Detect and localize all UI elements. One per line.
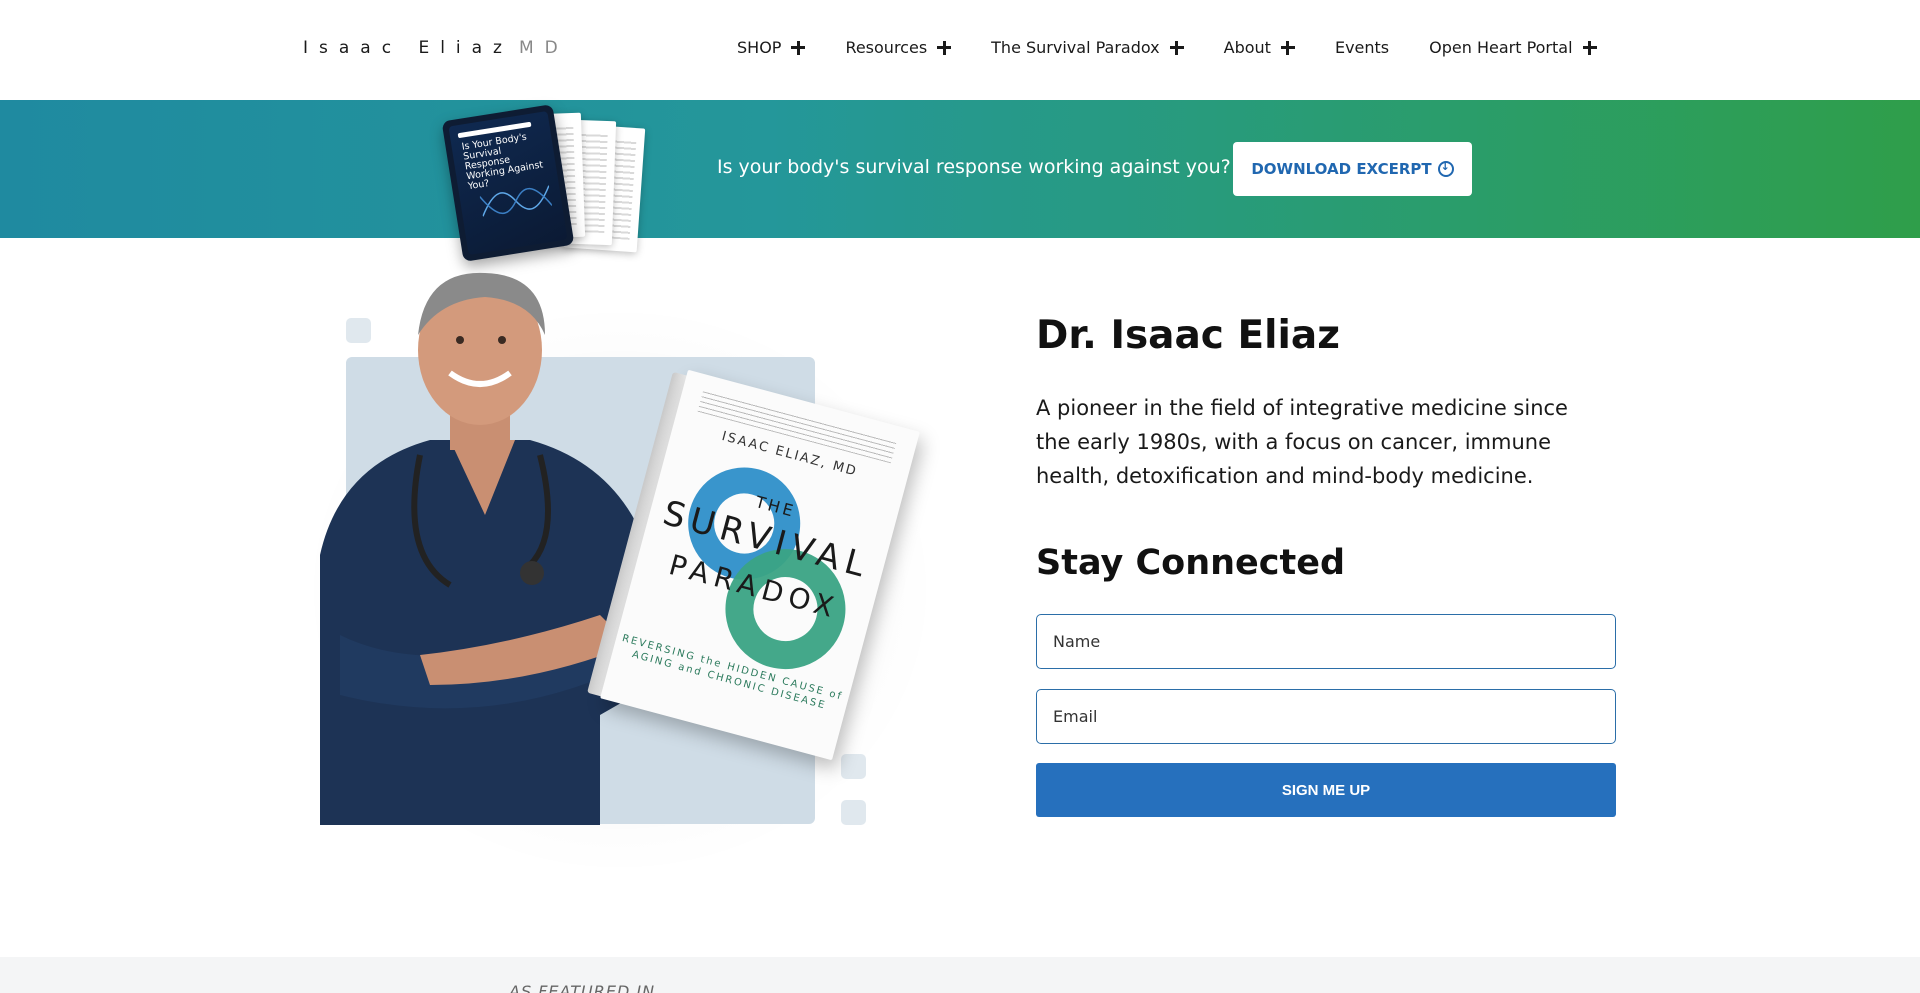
banner-text: Is your body's survival response working…	[717, 156, 1231, 178]
nav-item-label: SHOP	[737, 38, 782, 57]
plus-icon[interactable]	[937, 40, 952, 55]
excerpt-banner: Is your body's survival response working…	[0, 100, 1920, 238]
nav-item-survival-paradox[interactable]: The Survival Paradox	[991, 38, 1184, 57]
doctor-portrait-image	[320, 272, 670, 825]
nav-item-about[interactable]: About	[1224, 38, 1295, 57]
decor-square	[841, 800, 866, 825]
plus-icon[interactable]	[1169, 40, 1184, 55]
logo-suffix: MD	[518, 38, 569, 58]
nav-item-label: Events	[1334, 38, 1390, 57]
featured-in-label: AS FEATURED IN	[509, 982, 656, 993]
nav-item-events[interactable]: Events	[1335, 38, 1389, 57]
main-nav: SHOP Resources The Survival Paradox Abou…	[737, 38, 1597, 57]
doctor-bio: A pioneer in the field of integrative me…	[1036, 396, 1568, 488]
nav-item-open-heart-portal[interactable]: Open Heart Portal	[1429, 38, 1597, 57]
name-field[interactable]	[1036, 614, 1616, 669]
email-field[interactable]	[1036, 689, 1616, 744]
nav-item-resources[interactable]: Resources	[845, 38, 952, 57]
nav-item-shop[interactable]: SHOP	[737, 38, 806, 57]
logo-name: Isaac Eliaz	[303, 38, 513, 58]
stay-connected-heading: Stay Connected	[1036, 543, 1346, 583]
plus-icon[interactable]	[1582, 40, 1597, 55]
download-circle-icon	[1437, 160, 1454, 177]
featured-in-section: AS FEATURED IN	[0, 957, 1920, 993]
doctor-name-heading: Dr. Isaac Eliaz	[1036, 313, 1340, 358]
site-header: Isaac Eliaz MD SHOP Resources The Surviva…	[0, 0, 1920, 100]
nav-item-label: Open Heart Portal	[1429, 38, 1573, 57]
decor-square	[841, 754, 866, 779]
tablet-mockup: Is Your Body's Survival Response Working…	[441, 104, 575, 262]
nav-item-label: The Survival Paradox	[991, 38, 1160, 57]
nav-item-label: About	[1223, 38, 1271, 57]
site-logo[interactable]: Isaac Eliaz MD	[303, 38, 569, 58]
download-excerpt-label: DOWNLOAD EXCERPT	[1251, 160, 1432, 178]
plus-icon[interactable]	[791, 40, 806, 55]
excerpt-preview-image: Is Your Body's Survival Response Working…	[441, 104, 688, 262]
sign-me-up-button[interactable]: SIGN ME UP	[1036, 763, 1616, 817]
nav-item-label: Resources	[845, 38, 928, 57]
download-excerpt-button[interactable]: DOWNLOAD EXCERPT	[1233, 142, 1472, 196]
plus-icon[interactable]	[1280, 40, 1295, 55]
